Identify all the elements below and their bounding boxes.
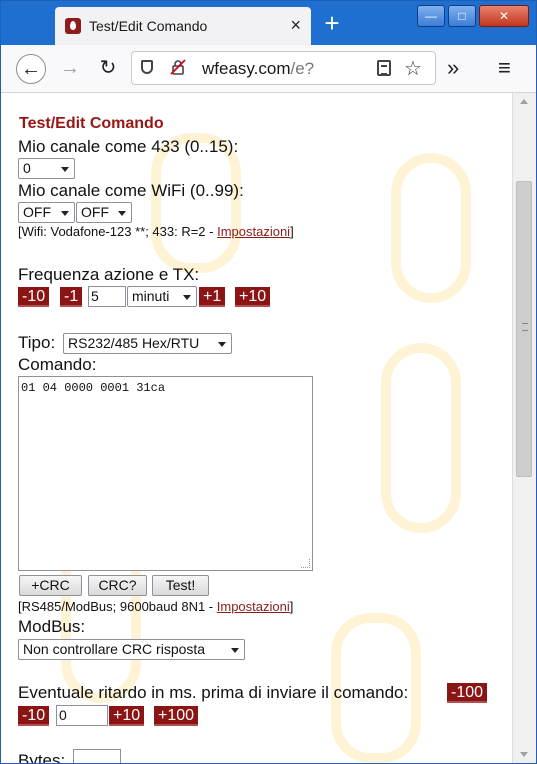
delay-minus10-button[interactable]: -10 — [18, 706, 50, 726]
delay-input[interactable]: 0 — [56, 705, 108, 726]
new-tab-button[interactable]: + — [319, 10, 345, 37]
rs485-info-text: [RS485/ModBus; 9600baud 8N1 - — [18, 599, 217, 614]
page-content: Test/Edit Comando Mio canale come 433 (0… — [1, 93, 512, 764]
frequency-input[interactable]: 5 — [88, 286, 126, 307]
menu-icon[interactable]: ≡ — [498, 55, 511, 81]
comando-textarea[interactable]: 01 04 0000 0001 31ca — [18, 376, 313, 571]
freq-minus1-button[interactable]: -1 — [60, 287, 83, 307]
scroll-down-icon[interactable] — [520, 752, 528, 757]
delay-plus10-button[interactable]: +10 — [109, 706, 145, 726]
title-bar: Test/Edit Comando × + — □ ✕ — [1, 1, 536, 45]
frequency-label: Frequenza azione e TX: — [18, 265, 200, 284]
url-text[interactable]: wfeasy.com/e? — [202, 59, 314, 79]
overflow-icon[interactable]: » — [447, 55, 459, 81]
rs485-info: [RS485/ModBus; 9600baud 8N1 - Impostazio… — [18, 599, 293, 614]
freq-plus10-button[interactable]: +10 — [235, 287, 271, 307]
wifi-channel-select-1[interactable]: OFF — [18, 202, 75, 223]
wifi-info-text: [Wifi: Vodafone-123 **; 433: R=2 - — [18, 224, 218, 239]
freq-minus10-button[interactable]: -10 — [18, 287, 50, 307]
modbus-select[interactable]: Non controllare CRC risposta — [18, 639, 245, 660]
add-crc-button[interactable]: +CRC — [19, 575, 82, 596]
wifi-info-suffix: ] — [290, 224, 294, 239]
tab-title: Test/Edit Comando — [89, 18, 208, 34]
reader-icon[interactable] — [377, 60, 391, 76]
check-crc-button[interactable]: CRC? — [88, 575, 147, 596]
tipo-select[interactable]: RS232/485 Hex/RTU — [63, 333, 232, 354]
comando-text: 01 04 0000 0001 31ca — [21, 381, 166, 395]
vertical-scrollbar[interactable] — [512, 93, 536, 763]
back-icon[interactable]: ← — [16, 54, 46, 84]
delay-minus100-button[interactable]: -100 — [447, 683, 488, 703]
tipo-label: Tipo: — [18, 333, 56, 352]
page-title: Test/Edit Comando — [19, 115, 164, 132]
wifi-channel-select-2[interactable]: OFF — [76, 202, 132, 223]
resize-handle-icon[interactable] — [301, 559, 310, 568]
maximize-button[interactable]: □ — [448, 5, 476, 27]
wifi-info: [Wifi: Vodafone-123 **; 433: R=2 - Impos… — [18, 224, 294, 239]
insecure-lock-icon[interactable] — [170, 59, 186, 75]
test-button[interactable]: Test! — [152, 575, 209, 596]
navigation-toolbar: ← → ↻ wfeasy.com/e? ☆ » ≡ — [1, 45, 536, 93]
bytes-input[interactable] — [73, 749, 121, 763]
url-path: /e? — [290, 59, 315, 78]
watermark-thermometer — [381, 343, 461, 533]
wifi-settings-link[interactable]: Impostazioni — [217, 224, 290, 239]
delay-plus100-button[interactable]: +100 — [154, 706, 199, 726]
frequency-unit-select[interactable]: minuti — [127, 286, 197, 307]
bytes-label: Bytes: — [18, 751, 66, 764]
minimize-button[interactable]: — — [417, 5, 445, 27]
channel433-label: Mio canale come 433 (0..15): — [18, 137, 239, 156]
freq-plus1-button[interactable]: +1 — [199, 287, 226, 307]
browser-window: Test/Edit Comando × + — □ ✕ ← → ↻ wfeasy… — [0, 0, 537, 764]
tab-close-button[interactable]: × — [290, 15, 301, 35]
forward-icon[interactable]: → — [55, 54, 85, 84]
close-window-button[interactable]: ✕ — [479, 5, 529, 27]
active-tab[interactable]: Test/Edit Comando × — [55, 7, 311, 45]
bookmark-star-icon[interactable]: ☆ — [404, 56, 422, 81]
shield-icon[interactable] — [141, 60, 153, 74]
comando-label: Comando: — [18, 355, 97, 374]
modbus-label: ModBus: — [18, 617, 86, 636]
channel433-select[interactable]: 0 — [18, 158, 75, 179]
reload-icon[interactable]: ↻ — [93, 54, 123, 84]
url-host: wfeasy.com — [202, 59, 291, 78]
scroll-up-icon[interactable] — [520, 99, 528, 104]
url-bar[interactable]: wfeasy.com/e? ☆ — [131, 51, 436, 85]
scrollbar-grip-icon — [522, 323, 528, 331]
site-favicon-icon — [65, 18, 81, 34]
watermark-thermometer — [391, 153, 471, 303]
rs485-info-suffix: ] — [289, 599, 294, 614]
scrollbar-thumb[interactable] — [516, 181, 532, 477]
rs485-settings-link[interactable]: Impostazioni — [217, 599, 290, 614]
delay-label: Eventuale ritardo in ms. prima di inviar… — [18, 683, 409, 702]
wifi-channel-label: Mio canale come WiFi (0..99): — [18, 181, 244, 200]
